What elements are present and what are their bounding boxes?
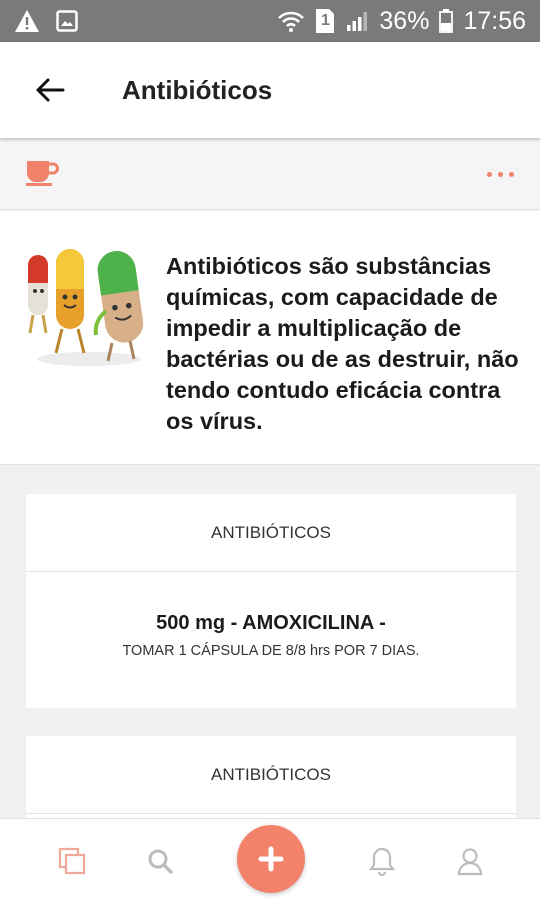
medication-name: 500 mg - AMOXICILINA -: [156, 612, 386, 634]
sim-icon: 1: [315, 8, 335, 34]
nav-copy[interactable]: [52, 841, 92, 881]
card-header: ANTIBIÓTICOS: [26, 736, 516, 814]
status-bar: 1 36% 17:56: [0, 0, 540, 42]
copy-icon: [58, 847, 86, 875]
description-text: Antibióticos são substâncias químicas, c…: [166, 253, 519, 434]
warning-icon: [14, 9, 40, 33]
battery-icon: [439, 9, 454, 33]
toolbar: [0, 140, 540, 210]
page-title: Antibióticos: [122, 74, 273, 105]
wifi-icon: [277, 9, 305, 33]
battery-percent: 36%: [379, 6, 430, 35]
add-button[interactable]: [237, 825, 305, 893]
pills-illustration: [24, 241, 154, 371]
cup-icon[interactable]: [24, 157, 60, 192]
nav-profile[interactable]: [450, 841, 490, 881]
bottom-nav: [0, 818, 540, 900]
back-button[interactable]: [20, 60, 80, 120]
app-bar: Antibióticos: [0, 42, 540, 138]
signal-icon: [345, 9, 369, 33]
nav-search[interactable]: [140, 841, 180, 881]
search-icon: [148, 849, 173, 874]
user-icon: [457, 848, 483, 876]
prescription-card[interactable]: ANTIBIÓTICOS 500 mg - AMOXICILINA - TOMA…: [26, 494, 516, 708]
arrow-left-icon: [36, 78, 65, 102]
bell-icon: [368, 847, 396, 876]
medication-instructions: TOMAR 1 CÁPSULA DE 8/8 hrs POR 7 DIAS.: [122, 643, 420, 659]
card-header: ANTIBIÓTICOS: [26, 494, 516, 572]
description-panel: Antibióticos são substâncias químicas, c…: [0, 211, 540, 465]
more-options-button[interactable]: [481, 166, 520, 183]
sim-number: 1: [320, 12, 330, 29]
image-icon: [56, 10, 78, 32]
add-icon: [258, 846, 284, 872]
clock: 17:56: [463, 6, 526, 35]
nav-notifications[interactable]: [362, 841, 402, 881]
